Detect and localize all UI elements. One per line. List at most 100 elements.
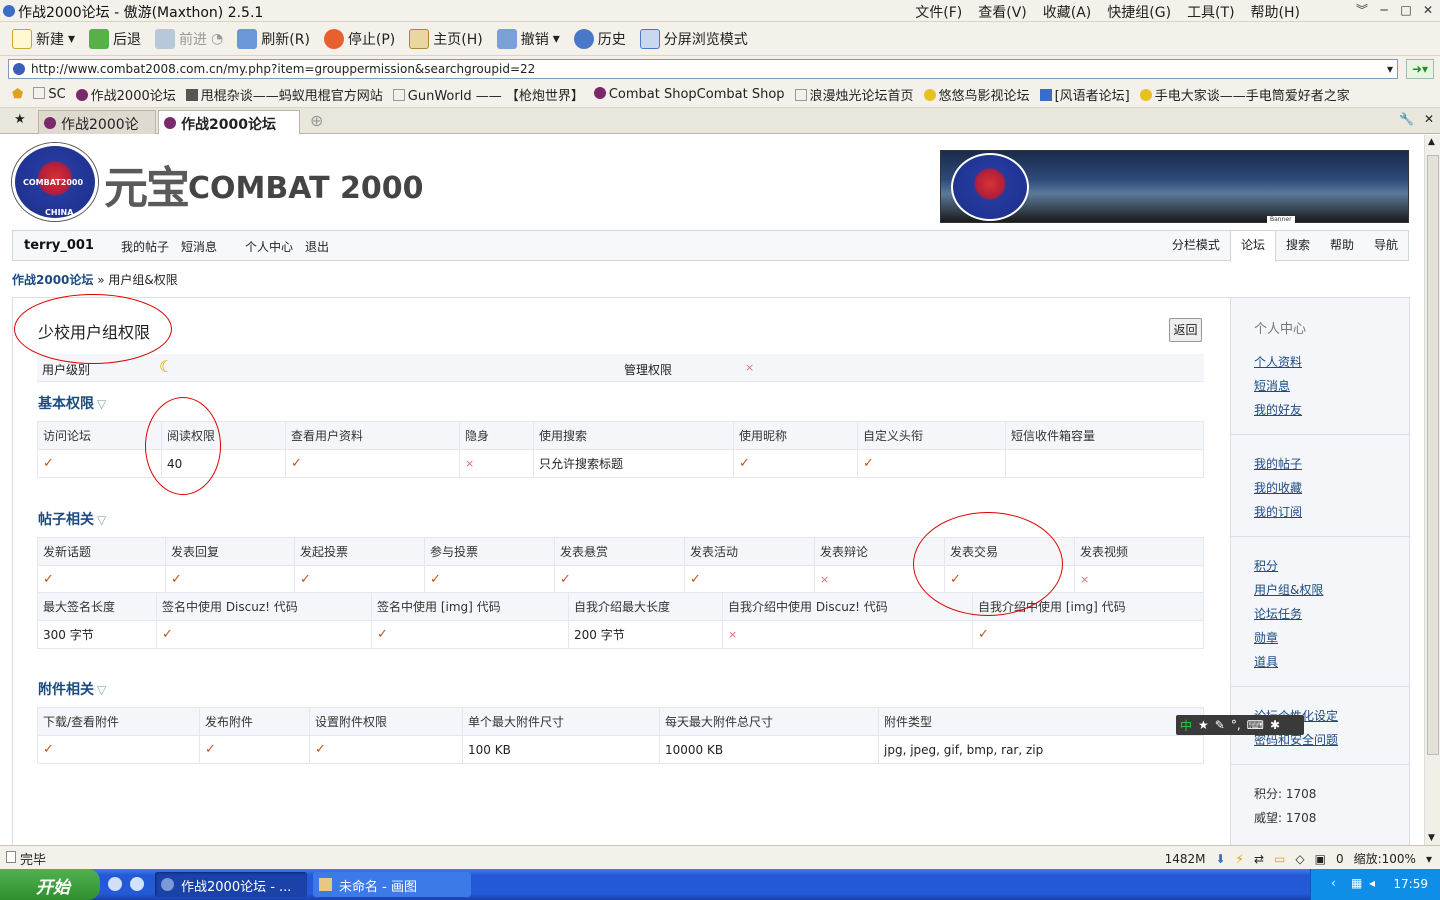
brush-icon[interactable]: ✎ bbox=[1215, 718, 1225, 732]
sidebar-link[interactable]: 个人资料 bbox=[1254, 353, 1302, 370]
nav-messages[interactable]: 短消息 bbox=[181, 238, 217, 255]
star-icon[interactable]: ★ bbox=[14, 112, 26, 127]
zoom-dropdown-icon[interactable]: ▾ bbox=[1426, 852, 1432, 866]
dropdown-arrow-icon[interactable]: ▾ bbox=[1387, 60, 1393, 78]
table-header: 自我介绍最大长度 bbox=[568, 592, 723, 621]
network-icon[interactable]: ▦ bbox=[1351, 876, 1362, 890]
scroll-up-icon[interactable]: ▲ bbox=[1428, 137, 1435, 147]
folder-icon[interactable]: ▭ bbox=[1274, 852, 1285, 866]
proxy-icon[interactable]: ⇄ bbox=[1254, 852, 1264, 866]
sidebar-link[interactable]: 积分 bbox=[1254, 557, 1278, 574]
download-icon[interactable]: ⬇ bbox=[1215, 852, 1225, 866]
vertical-scrollbar[interactable]: ▲ ▼ bbox=[1424, 135, 1440, 845]
back-button[interactable]: 返回 bbox=[1169, 318, 1202, 342]
nav-forum[interactable]: 论坛 bbox=[1229, 231, 1276, 262]
punct-icon[interactable]: °, bbox=[1231, 718, 1241, 732]
nav-logout[interactable]: 退出 bbox=[305, 238, 329, 255]
quicklaunch-maxthon-icon[interactable] bbox=[108, 877, 122, 891]
back-button[interactable]: 后退 bbox=[89, 29, 141, 49]
fav-item[interactable]: 浪漫烛光论坛首页 bbox=[794, 85, 914, 104]
start-button[interactable]: 开始 bbox=[0, 869, 100, 900]
nav-user-center[interactable]: 个人中心 bbox=[245, 238, 293, 255]
nav-my-posts[interactable]: 我的帖子 bbox=[121, 238, 169, 255]
go-button[interactable]: ➜▾ bbox=[1406, 59, 1434, 79]
fav-item[interactable]: 手电大家谈——手电筒爱好者之家 bbox=[1139, 85, 1350, 104]
minimize-button[interactable]: ─ bbox=[1374, 2, 1394, 19]
menu-view[interactable]: 查看(V) bbox=[978, 2, 1027, 22]
sidebar-link[interactable]: 我的订阅 bbox=[1254, 503, 1302, 520]
scroll-down-icon[interactable]: ▼ bbox=[1428, 833, 1435, 843]
nav-navigation[interactable]: 导航 bbox=[1364, 231, 1408, 260]
clock-icon bbox=[573, 29, 594, 49]
scroll-thumb[interactable] bbox=[1427, 155, 1439, 755]
fav-item[interactable]: 甩棍杂谈——蚂蚁甩棍官方网站 bbox=[185, 85, 383, 104]
username[interactable]: terry_001 bbox=[24, 238, 94, 253]
fav-item[interactable]: 作战2000论坛 bbox=[75, 85, 176, 104]
fav-item[interactable]: SC bbox=[33, 87, 66, 102]
collapse-icon[interactable]: ︾ bbox=[1352, 2, 1372, 19]
close-button[interactable]: ✕ bbox=[1418, 2, 1438, 19]
nav-search[interactable]: 搜索 bbox=[1276, 231, 1320, 260]
fav-item[interactable]: 悠悠鸟影视论坛 bbox=[923, 85, 1030, 104]
wrench-icon[interactable]: 🔧 bbox=[1399, 112, 1414, 126]
keyboard-icon[interactable]: ⌨ bbox=[1247, 718, 1264, 732]
menu-tools[interactable]: 工具(T) bbox=[1187, 2, 1234, 22]
sidebar-link[interactable]: 我的收藏 bbox=[1254, 479, 1302, 496]
favorites-bar: ⬟ SC 作战2000论坛 甩棍杂谈——蚂蚁甩棍官方网站 GunWorld ——… bbox=[0, 82, 1440, 108]
close-icon[interactable]: ✕ bbox=[1424, 112, 1434, 126]
sidebar-link[interactable]: 勋章 bbox=[1254, 629, 1278, 646]
undo-button[interactable]: 撤销 ▾ bbox=[496, 29, 560, 49]
sidebar-link[interactable]: 论坛任务 bbox=[1254, 605, 1302, 622]
forward-arrow-icon bbox=[155, 29, 176, 49]
ime-mode-label[interactable]: 中 bbox=[1180, 717, 1192, 734]
menu-file[interactable]: 文件(F) bbox=[915, 2, 962, 22]
fav-item[interactable]: Combat ShopCombat Shop bbox=[593, 87, 785, 102]
new-button[interactable]: 新建 ▾ bbox=[12, 29, 75, 49]
forward-button[interactable]: 前进 ◔ bbox=[155, 29, 223, 49]
nav-split-mode[interactable]: 分栏模式 bbox=[1162, 231, 1230, 260]
settings-icon[interactable]: ✱ bbox=[1270, 718, 1280, 732]
url-input[interactable]: http://www.combat2008.com.cn/my.php?item… bbox=[8, 59, 1398, 79]
menu-help[interactable]: 帮助(H) bbox=[1251, 2, 1300, 22]
sidebar-link[interactable]: 我的好友 bbox=[1254, 401, 1302, 418]
banner-ad[interactable]: Banner bbox=[940, 150, 1409, 223]
refresh-button[interactable]: 刷新(R) bbox=[237, 29, 310, 49]
sidebar-link[interactable]: 短消息 bbox=[1254, 377, 1290, 394]
fav-item[interactable]: GunWorld —— 【枪炮世界】 bbox=[392, 85, 584, 104]
menu-favorites[interactable]: 收藏(A) bbox=[1043, 2, 1092, 22]
sidebar-link[interactable]: 我的帖子 bbox=[1254, 455, 1302, 472]
paint-icon bbox=[319, 878, 332, 891]
volume-icon[interactable]: ◂ bbox=[1369, 876, 1375, 890]
ime-toolbar[interactable]: 中 ★ ✎ °, ⌨ ✱ bbox=[1176, 715, 1304, 735]
tray-arrow-icon[interactable]: ‹ bbox=[1331, 876, 1336, 890]
maximize-button[interactable]: □ bbox=[1396, 2, 1416, 19]
favorites-shield-icon[interactable]: ⬟ bbox=[12, 87, 23, 102]
tab-forum-2[interactable]: 作战2000论坛✕ bbox=[158, 110, 300, 150]
tag-icon[interactable]: ◇ bbox=[1295, 852, 1304, 866]
table-cell: 100 KB bbox=[462, 735, 660, 764]
section-posts: 帖子相关 ▽ bbox=[38, 512, 107, 528]
stop-button[interactable]: 停止(P) bbox=[323, 29, 395, 49]
split-view-button[interactable]: 分屏浏览模式 bbox=[639, 29, 748, 49]
task-browser[interactable]: 作战2000论坛 - ... bbox=[155, 872, 307, 897]
star-icon[interactable]: ★ bbox=[1198, 718, 1209, 732]
table-header: 发起投票 bbox=[294, 537, 425, 566]
menu-quickgroup[interactable]: 快捷组(G) bbox=[1107, 2, 1171, 22]
lightning-icon[interactable]: ⚡ bbox=[1236, 852, 1244, 866]
breadcrumb-home[interactable]: 作战2000论坛 bbox=[12, 273, 93, 287]
zoom-level[interactable]: 缩放:100% bbox=[1354, 850, 1416, 867]
quicklaunch-ie-icon[interactable] bbox=[130, 877, 144, 891]
tab-forum-1[interactable]: 作战2000论坛 bbox=[38, 110, 156, 153]
history-button[interactable]: 历史 bbox=[573, 29, 626, 49]
table-cell: ✓ bbox=[37, 565, 166, 594]
new-tab-icon[interactable]: ⊕ bbox=[310, 111, 323, 130]
home-button[interactable]: 主页(H) bbox=[409, 29, 483, 49]
task-paint[interactable]: 未命名 - 画图 bbox=[313, 872, 471, 897]
nav-help[interactable]: 帮助 bbox=[1320, 231, 1364, 260]
sidebar-link[interactable]: 道具 bbox=[1254, 653, 1278, 670]
table-header: 签名中使用 Discuz! 代码 bbox=[156, 592, 372, 621]
table-cell bbox=[1005, 449, 1204, 478]
blocker-icon[interactable]: ▣ bbox=[1315, 852, 1326, 866]
sidebar-link[interactable]: 用户组&权限 bbox=[1254, 581, 1323, 598]
fav-item[interactable]: [风语者论坛] bbox=[1039, 85, 1130, 104]
